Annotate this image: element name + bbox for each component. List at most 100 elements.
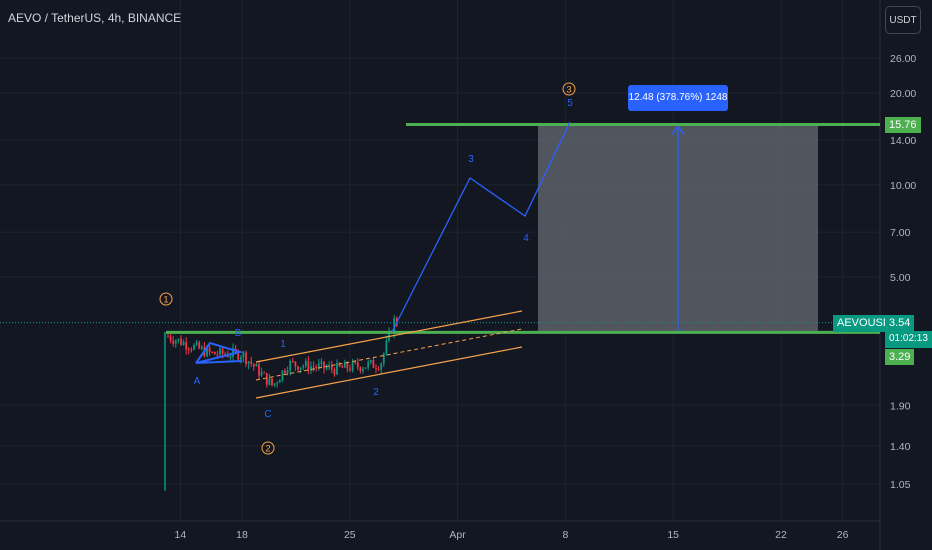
candle-body [185,342,188,350]
candle-body [271,378,273,386]
price-tick-label: 1.90 [890,400,911,412]
candle-body [304,360,307,367]
candle-body [281,370,284,381]
candle-body [284,370,286,374]
time-tick-label: 18 [236,529,248,541]
measure-label: 12.48 (378.76%) 1248 [628,85,728,111]
wave-labels: A B C 1 2 3 4 5 1 2 3 [159,82,576,455]
candle-body [268,378,271,385]
candle-body [193,344,195,350]
candle-body [359,367,362,371]
candle-body [299,367,302,370]
candle-body [364,367,367,369]
candle-body [307,360,310,371]
price-tick-label: 1.40 [890,441,911,453]
candle-body [336,362,338,375]
candle-body [221,348,224,354]
candle-body [265,372,268,385]
candle-body [349,368,351,371]
candle-body [367,362,370,368]
countdown-tag: 01:02:13 [885,331,932,348]
candle-body [172,340,175,344]
candle-body [200,346,203,349]
candle-body [247,361,250,364]
time-tick-label: 26 [837,529,849,541]
candle-body [385,340,388,354]
candle-body [302,366,305,368]
symbol-title: AEVO / TetherUS, 4h, BINANCE [8,11,182,25]
candle-body [375,367,377,369]
price-tick-label: 20.00 [890,88,916,100]
price-tick-label: 7.00 [890,227,911,239]
candle-body [167,336,169,338]
time-tick-label: 8 [562,529,568,541]
price-tick-label: 1.05 [890,479,911,491]
candle-body [169,336,172,341]
currency-button[interactable]: USDT [885,6,921,34]
candle-body [346,362,349,369]
candle-body [362,368,364,371]
price-tick-label: 5.00 [890,272,911,284]
candle-body [312,366,315,368]
candle-body [187,349,190,351]
candle-body [294,361,297,367]
price-tick-label: 14.00 [890,135,916,147]
candle-body [250,361,253,364]
candle-body [242,352,245,358]
candle-body [289,361,292,371]
projection-box [538,124,818,333]
candle-body [276,382,279,384]
candle-body [263,372,266,374]
candle-body [297,366,299,370]
candle-body [372,360,375,368]
candle-body [177,338,180,341]
time-tick-label: 25 [344,529,356,541]
candle-body [195,342,198,345]
candle-body [213,351,216,355]
price-tick-label: 26.00 [890,53,916,65]
candle-body [341,366,344,368]
candle-body [260,372,263,376]
time-tick-label: 14 [175,529,187,541]
time-tick-label: 22 [775,529,787,541]
wave-label: 2 [373,387,379,398]
last-price-tag: 3.54 [885,315,915,331]
wave-label: 3 [566,85,571,96]
candle-body [239,357,242,360]
candle-body [291,361,294,363]
candle-body [208,347,211,352]
time-tick-label: 15 [667,529,679,541]
candle-body [245,352,247,364]
candle-body [351,362,354,371]
candle-body [369,360,372,363]
wave-label: 4 [523,233,529,244]
candle-body [229,356,232,358]
time-tick-label: Apr [449,529,466,541]
price-tick-label: 10.00 [890,180,916,192]
candle-body [255,364,258,367]
target-price-tag: 15.76 [885,117,921,133]
candle-body [325,367,328,369]
time-axis: 14 18 25 Apr 8 15 22 26 [175,529,849,541]
support-price-tag: 3.29 [885,349,915,365]
candle-body [356,362,359,368]
candle-body [310,366,312,371]
candle-body [219,348,221,355]
chart-canvas[interactable]: A B C 1 2 3 4 5 1 2 3 26.00 20.00 14.00 10.00 7.00 5.00… [0,0,932,550]
candle-body [286,370,289,374]
wave-label: A [194,376,201,387]
candle-body [354,362,357,364]
candle-body [198,342,201,349]
wave-label: 1 [163,295,168,306]
wave-label: 3 [468,154,474,165]
candle-body [216,354,219,356]
wave-label: C [264,409,271,420]
wave-label: 1 [280,339,286,350]
wave-label: 5 [567,98,573,109]
candle-body [211,351,214,353]
candle-body [380,363,383,370]
candle-body [182,342,185,345]
wave-label: B [235,328,242,339]
candle-body [317,363,320,368]
candle-body [278,380,281,383]
